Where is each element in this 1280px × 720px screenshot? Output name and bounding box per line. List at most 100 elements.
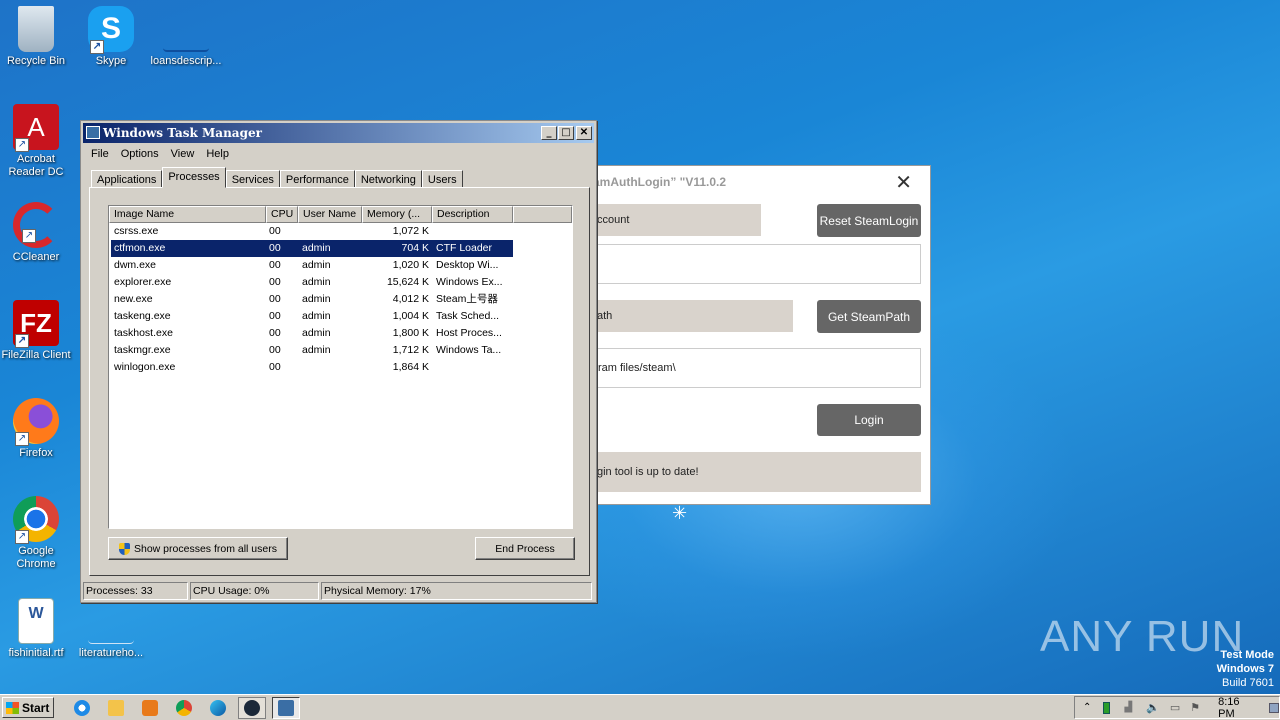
table-row[interactable]: explorer.exe 00 admin 15,624 K Windows Ex... [111,274,513,291]
test-mode-watermark: Test Mode Windows 7 Build 7601 [1217,648,1274,690]
tab-networking[interactable]: Networking [354,170,422,188]
steampath-input[interactable]: ram files/steam\ [589,348,921,388]
cell-user: admin [302,242,331,254]
steam-taskbar-icon[interactable] [238,696,266,719]
cell-desc: Host Proces... [436,327,502,339]
column-user-name[interactable]: User Name [298,206,362,223]
cell-memory: 1,072 K [392,225,429,237]
cell-desc [433,359,513,376]
literatureho-file-icon[interactable]: literatureho... [75,598,147,660]
cell-name: csrss.exe [114,225,159,237]
column-description[interactable]: Description [432,206,513,223]
task-manager-window[interactable]: Windows Task Manager _ □ ✕ File Options … [80,120,597,603]
menu-view[interactable]: View [165,145,201,163]
show-desktop-icon[interactable] [1268,702,1279,713]
action-center-flag-icon[interactable]: ⚑ [1190,701,1200,714]
cell-name: dwm.exe [114,259,157,271]
cell-user: admin [302,293,331,305]
cell-desc: Task Sched... [436,310,500,322]
close-icon[interactable]: ✕ [895,170,912,195]
uac-shield-icon [119,542,130,555]
firefox-icon[interactable]: ↗ Firefox [0,398,72,460]
cell-cpu: 00 [269,259,281,271]
table-row[interactable]: new.exe 00 admin 4,012 K Steam上号器 [111,291,513,308]
status-cpu-usage: CPU Usage: 0% [190,582,319,600]
tray-app-icon[interactable] [1103,701,1111,714]
login-button[interactable]: Login [817,404,921,436]
recycle-bin-icon[interactable]: Recycle Bin [0,6,72,68]
cell-desc: Desktop Wi... [436,259,499,271]
start-button[interactable]: Start [2,697,54,718]
task-manager-taskbar-icon[interactable] [272,696,300,719]
steam-auth-login-window[interactable]: amAuthLogin” "V11.0.2 ✕ ccount Reset Ste… [560,165,931,505]
cell-desc: CTF Loader [436,242,493,254]
anyrun-logo: ANY RUN [1040,612,1245,661]
account-label: ccount [589,204,761,236]
edge-icon[interactable] [204,697,232,719]
table-row[interactable]: dwm.exe 00 admin 1,020 K Desktop Wi... [111,257,513,274]
show-hidden-icons-chevron-icon[interactable]: ⌃ [1083,702,1091,713]
cell-name: ctfmon.exe [114,242,166,254]
title-bar[interactable]: Windows Task Manager _ □ ✕ [83,123,594,143]
cell-cpu: 00 [269,327,281,339]
table-row[interactable]: csrss.exe 00 1,072 K [111,223,513,240]
table-row[interactable]: taskhost.exe 00 admin 1,800 K Host Proces... [111,325,513,342]
tab-strip: Applications Processes Services Performa… [91,167,463,188]
show-processes-all-users-button[interactable]: Show processes from all users [108,537,288,560]
file-explorer-icon[interactable] [102,697,130,719]
cell-name: taskeng.exe [114,310,171,322]
network-icon[interactable]: ▟ [1124,702,1132,713]
media-player-icon[interactable] [136,697,164,719]
chrome-taskbar-icon[interactable] [170,697,198,719]
power-icon[interactable]: ▭ [1170,701,1180,714]
shortcut-arrow-icon: ↗ [15,530,29,544]
cell-cpu: 00 [269,225,281,237]
tab-performance[interactable]: Performance [279,170,355,188]
minimize-button[interactable]: _ [541,126,557,140]
desktop-icon-label: Firefox [19,447,53,459]
table-row[interactable]: winlogon.exe 00 1,864 K [111,359,513,376]
menu-bar: File Options View Help [85,145,235,163]
cell-cpu: 00 [269,310,281,322]
table-row[interactable]: taskeng.exe 00 admin 1,004 K Task Sched... [111,308,513,325]
cell-memory: 15,624 K [386,276,429,288]
tab-applications[interactable]: Applications [91,170,163,188]
column-memory[interactable]: Memory (... [362,206,432,223]
shortcut-arrow-icon: ↗ [15,334,29,348]
filezilla-icon[interactable]: FZ ↗ FileZilla Client [0,300,72,362]
loansdescrip-file-icon[interactable]: loansdescrip... [150,6,222,68]
end-process-button[interactable]: End Process [475,537,575,560]
menu-help[interactable]: Help [200,145,235,163]
table-row[interactable]: taskmgr.exe 00 admin 1,712 K Windows Ta... [111,342,513,359]
window-title: amAuthLogin” "V11.0.2 [593,175,727,189]
cell-memory: 1,004 K [392,310,429,322]
process-list[interactable]: Image Name CPU User Name Memory (... Des… [108,205,573,529]
tab-services[interactable]: Services [225,170,280,188]
fishinitial-rtf-icon[interactable]: W fishinitial.rtf [0,598,72,660]
internet-explorer-icon[interactable] [68,697,96,719]
clock[interactable]: 8:16 PM [1218,696,1252,720]
ccleaner-icon[interactable]: ↗ CCleaner [0,202,72,264]
account-input[interactable] [589,244,921,284]
skype-icon[interactable]: S ↗ Skype [75,6,147,68]
acrobat-reader-icon[interactable]: A ↗ Acrobat Reader DC [0,104,72,179]
reset-steamlogin-button[interactable]: Reset SteamLogin [817,204,921,237]
windows-logo-icon [6,701,19,714]
table-row[interactable]: ctfmon.exe 00 admin 704 K CTF Loader [111,240,513,257]
tab-processes[interactable]: Processes [162,167,226,188]
volume-icon[interactable]: 🔈 [1146,701,1160,714]
close-button[interactable]: ✕ [576,126,592,140]
menu-options[interactable]: Options [115,145,165,163]
maximize-button[interactable]: □ [558,126,574,140]
desktop-icon-label: CCleaner [12,251,60,263]
cell-desc: Steam上号器 [436,293,498,305]
menu-file[interactable]: File [85,145,115,163]
cell-user: admin [302,310,331,322]
get-steampath-button[interactable]: Get SteamPath [817,300,921,333]
google-chrome-icon[interactable]: ↗ Google Chrome [0,496,72,571]
cell-name: taskhost.exe [114,327,173,339]
cell-cpu: 00 [269,361,281,373]
tab-users[interactable]: Users [421,170,463,188]
column-cpu[interactable]: CPU [266,206,298,223]
column-image-name[interactable]: Image Name [109,206,266,223]
